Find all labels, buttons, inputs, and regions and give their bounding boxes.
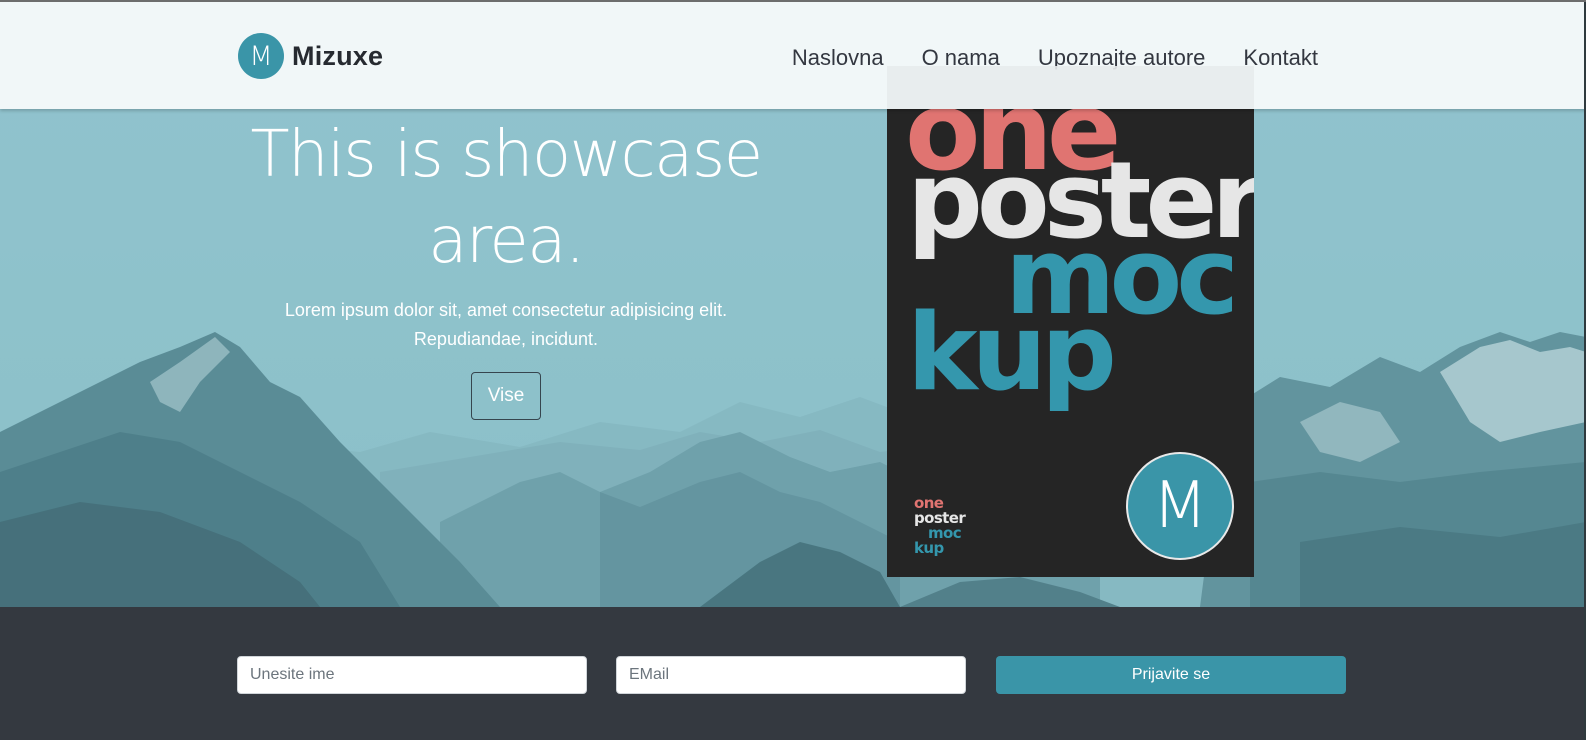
brand-name: Mizuxe — [292, 40, 384, 71]
brand-link[interactable]: M Mizuxe — [238, 33, 383, 79]
showcase-text: Lorem ipsum dolor sit, amet consectetur … — [284, 300, 728, 349]
poster-mockup: one poster moc kup one poster moc kup M — [887, 66, 1254, 577]
navbar: M Mizuxe Naslovna O nama Upoznajte autor… — [0, 2, 1586, 109]
poster-mini-logo: one poster moc kup — [914, 496, 966, 557]
vise-button[interactable]: Vise — [471, 372, 541, 420]
nav-item-kontakt[interactable]: Kontakt — [1243, 45, 1318, 71]
poster-word-kup: kup — [907, 291, 1117, 414]
nav-item-naslovna[interactable]: Naslovna — [792, 45, 884, 71]
subscribe-button[interactable]: Prijavite se — [996, 656, 1346, 694]
poster-m-logo: M — [1126, 452, 1234, 560]
poster-top-overlap — [887, 66, 1254, 109]
showcase-heading: This is showcase area. — [250, 118, 763, 278]
poster-mini-kup: kup — [914, 539, 944, 557]
window-top-border — [0, 0, 1586, 2]
name-input[interactable] — [237, 656, 587, 694]
brand-logo-icon: M — [238, 33, 284, 79]
showcase-content: This is showcase area. Lorem ipsum dolor… — [236, 112, 776, 420]
email-input[interactable] — [616, 656, 966, 694]
page: This is showcase area. Lorem ipsum dolor… — [0, 0, 1586, 740]
subscribe-section: Prijavite se — [0, 607, 1586, 740]
